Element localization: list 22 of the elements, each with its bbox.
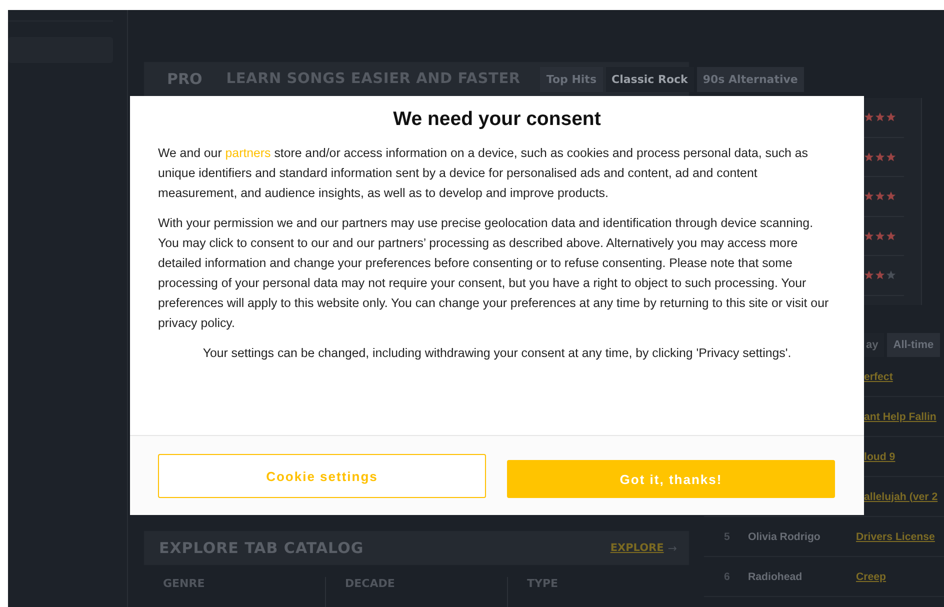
genre-tab[interactable]: Top Hits xyxy=(540,66,602,92)
artist-name: Radiohead xyxy=(748,570,802,582)
genre-tab[interactable]: 90s Alternative xyxy=(696,66,804,92)
artist-name: Olivia Rodrigo xyxy=(748,530,820,542)
pro-label: PRO xyxy=(167,70,202,88)
song-link[interactable]: loud 9 xyxy=(864,450,896,462)
song-link[interactable]: Drivers License xyxy=(856,530,935,542)
arrow-icon: → xyxy=(668,542,677,555)
consent-text: We and our partners store and/or access information on a device, such as cookies and process personal data, such as unique identifiers and standard information sent by a device for personalised ads and content, ad and content measurement, and audience insights, as well as to develop and improve products. xyxy=(158,145,809,202)
dialog-title: We need your consent xyxy=(392,108,602,131)
sidebar-item[interactable] xyxy=(8,37,113,63)
explore-link[interactable]: EXPLORE xyxy=(610,542,664,554)
partners-link[interactable]: partners xyxy=(225,146,271,160)
cookie-settings-button[interactable]: Cookie settings xyxy=(158,454,486,498)
song-link[interactable]: ant Help Fallin xyxy=(864,410,936,422)
period-tab[interactable]: All-time xyxy=(887,333,940,357)
song-link[interactable]: erfect xyxy=(864,370,893,382)
song-link[interactable]: allelujah (ver 2 xyxy=(864,490,938,502)
consent-text: Your settings can be changed, including withdrawing your consent at any time, by clicking 'Privacy settings'. xyxy=(202,345,792,362)
song-link[interactable]: Creep xyxy=(856,570,886,582)
consent-text: With your permission we and our partners may use precise geolocation data and identification through device scanning. You may click to consent to our and our partners’ processing as described above. Alternatively you may access more detailed information and change your preferences before consenting or to refuse consenting. Please note that some processing of your personal data may not require your consent, but you have a right to object to such processing. Your preferences will apply to this website only. You can change your preferences at any time by returning to this site or visit our privacy policy. xyxy=(158,215,830,332)
accept-button[interactable]: Got it, thanks! xyxy=(507,460,835,498)
